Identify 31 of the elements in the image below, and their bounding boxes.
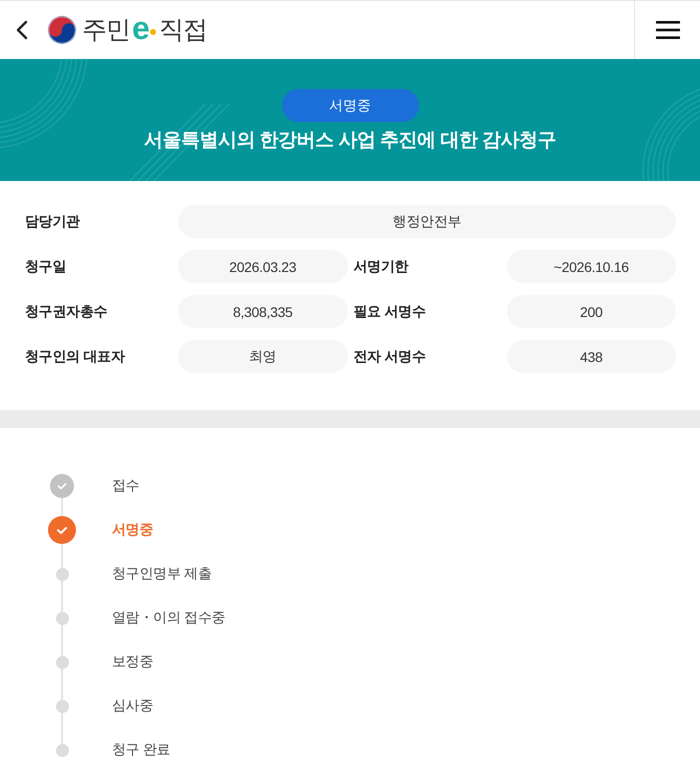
- info-value: 8,308,335: [178, 295, 348, 328]
- info-label: 서명기한: [352, 256, 410, 276]
- logo-text: 직접: [158, 18, 207, 42]
- info-label: 필요 서명수: [352, 302, 427, 320]
- info-value: 2026.03.23: [178, 250, 348, 283]
- emblem-icon: [48, 16, 76, 44]
- petition-title: 서울특별시의 한강버스 사업 추진에 대한 감사청구: [144, 129, 556, 153]
- step-label: 열람・이의 접수중: [112, 609, 226, 627]
- step-label: 심사중: [112, 697, 154, 715]
- step-label: 접수: [112, 477, 140, 495]
- step-label: 청구 완료: [112, 741, 170, 759]
- home-logo[interactable]: 주민e 직접: [48, 14, 207, 46]
- step-label: 서명중: [112, 521, 154, 539]
- step-label: 보정중: [112, 653, 154, 671]
- info-value: 최영: [178, 340, 348, 373]
- info-value: ~2026.10.16: [506, 250, 676, 283]
- menu-icon: [656, 20, 680, 40]
- status-badge: 서명중: [282, 89, 418, 122]
- info-value: 200: [506, 295, 676, 328]
- logo-accent-text: e: [132, 12, 150, 44]
- back-icon: [16, 20, 28, 40]
- logo-text: 주민: [82, 18, 130, 42]
- step-label: 청구인명부 제출: [112, 565, 212, 583]
- info-label: 담당기관: [25, 212, 81, 230]
- info-value: 행정안전부: [178, 205, 676, 238]
- info-label: 청구일: [25, 256, 68, 276]
- info-label: 전자 서명수: [352, 346, 427, 366]
- info-value: 438: [506, 340, 676, 373]
- info-label: 청구권자총수: [25, 302, 108, 320]
- info-label: 청구인의 대표자: [25, 346, 126, 366]
- dot-icon: [150, 29, 156, 35]
